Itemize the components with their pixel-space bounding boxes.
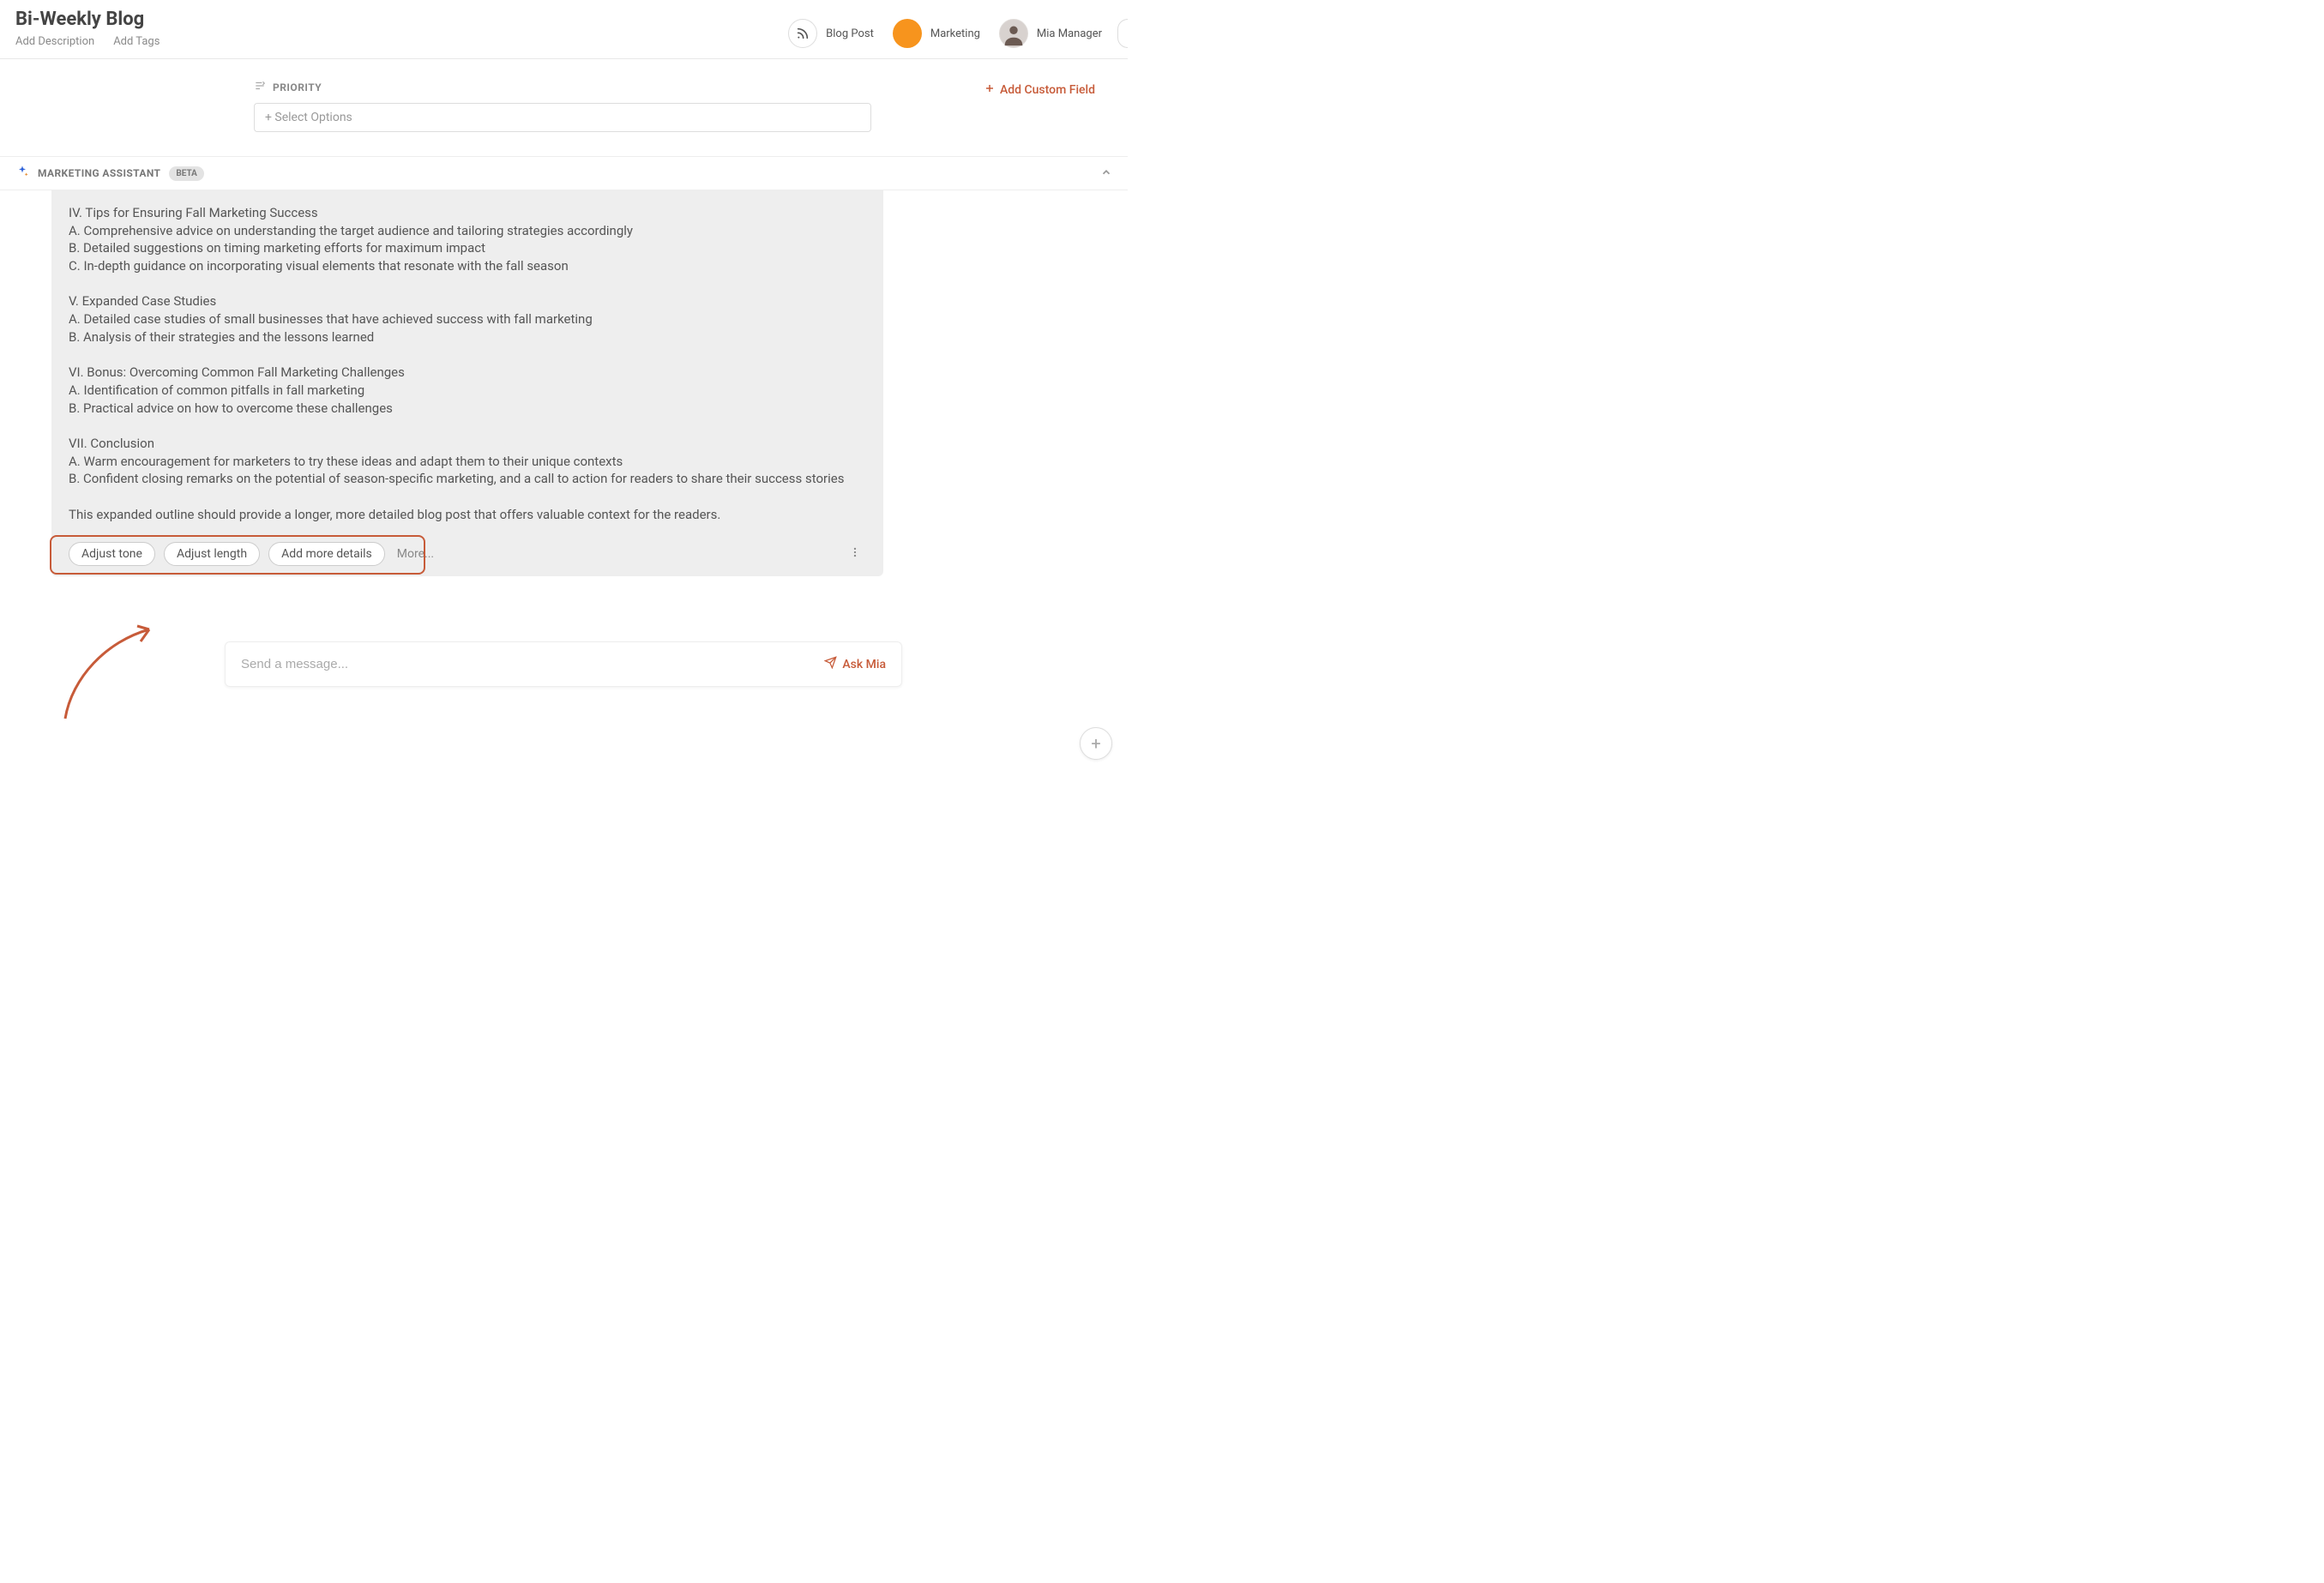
- beta-badge: BETA: [169, 166, 204, 181]
- message-input-wrap: Ask Mia: [225, 641, 902, 687]
- priority-label-row: PRIORITY: [254, 80, 871, 94]
- assistant-output-text: IV. Tips for Ensuring Fall Marketing Suc…: [69, 204, 866, 523]
- chip-label: Blog Post: [826, 27, 874, 40]
- subheader: Add Description Add Tags: [15, 35, 160, 48]
- edge-collapse-button[interactable]: [1117, 19, 1128, 48]
- chip-marketing[interactable]: Marketing: [893, 19, 980, 48]
- add-fab-button[interactable]: +: [1080, 727, 1112, 760]
- add-more-details-button[interactable]: Add more details: [268, 542, 385, 566]
- page-title: Bi-Weekly Blog: [15, 9, 160, 30]
- plus-icon: [984, 83, 995, 97]
- adjust-length-button[interactable]: Adjust length: [164, 542, 260, 566]
- priority-section: Add Custom Field PRIORITY + Select Optio…: [0, 59, 1128, 156]
- header: Bi-Weekly Blog Add Description Add Tags …: [0, 0, 1128, 59]
- add-description-link[interactable]: Add Description: [15, 35, 94, 48]
- plus-icon: +: [1091, 733, 1100, 754]
- chip-label: Mia Manager: [1037, 27, 1102, 40]
- chip-mia-manager[interactable]: Mia Manager: [999, 19, 1102, 48]
- ask-mia-button[interactable]: Ask Mia: [824, 656, 886, 672]
- avatar-icon: [999, 19, 1028, 48]
- chip-label: Marketing: [930, 27, 980, 40]
- adjust-tone-button[interactable]: Adjust tone: [69, 542, 155, 566]
- message-input[interactable]: [241, 657, 824, 671]
- add-custom-field-button[interactable]: Add Custom Field: [984, 83, 1095, 97]
- marketing-assistant-title: MARKETING ASSISTANT: [38, 167, 160, 179]
- kebab-menu-icon[interactable]: [846, 542, 864, 566]
- header-left: Bi-Weekly Blog Add Description Add Tags: [15, 9, 160, 48]
- rss-icon: [788, 19, 817, 48]
- chevron-up-icon[interactable]: [1100, 166, 1112, 182]
- card-footer: Adjust tone Adjust length Add more detai…: [69, 539, 866, 566]
- content-area: IV. Tips for Ensuring Fall Marketing Suc…: [0, 190, 1128, 687]
- assistant-card: IV. Tips for Ensuring Fall Marketing Suc…: [51, 190, 883, 576]
- priority-placeholder: + Select Options: [265, 111, 352, 124]
- header-top: Bi-Weekly Blog Add Description Add Tags …: [15, 9, 1112, 48]
- marketing-assistant-bar[interactable]: MARKETING ASSISTANT BETA: [0, 156, 1128, 190]
- more-actions-link[interactable]: More...: [397, 547, 434, 561]
- ask-mia-label: Ask Mia: [842, 658, 886, 671]
- priority-icon: [254, 80, 266, 94]
- add-custom-field-label: Add Custom Field: [1000, 83, 1095, 97]
- send-icon: [824, 656, 837, 672]
- priority-label-text: PRIORITY: [273, 81, 322, 93]
- header-right: Blog Post Marketing Mia Manager: [788, 19, 1112, 48]
- chip-blog-post[interactable]: Blog Post: [788, 19, 874, 48]
- sparkle-icon: [15, 165, 29, 182]
- arrow-annotation: [55, 617, 166, 720]
- add-tags-link[interactable]: Add Tags: [113, 35, 160, 48]
- priority-inner: PRIORITY + Select Options: [254, 80, 871, 132]
- priority-select[interactable]: + Select Options: [254, 103, 871, 132]
- orange-dot-icon: [893, 19, 922, 48]
